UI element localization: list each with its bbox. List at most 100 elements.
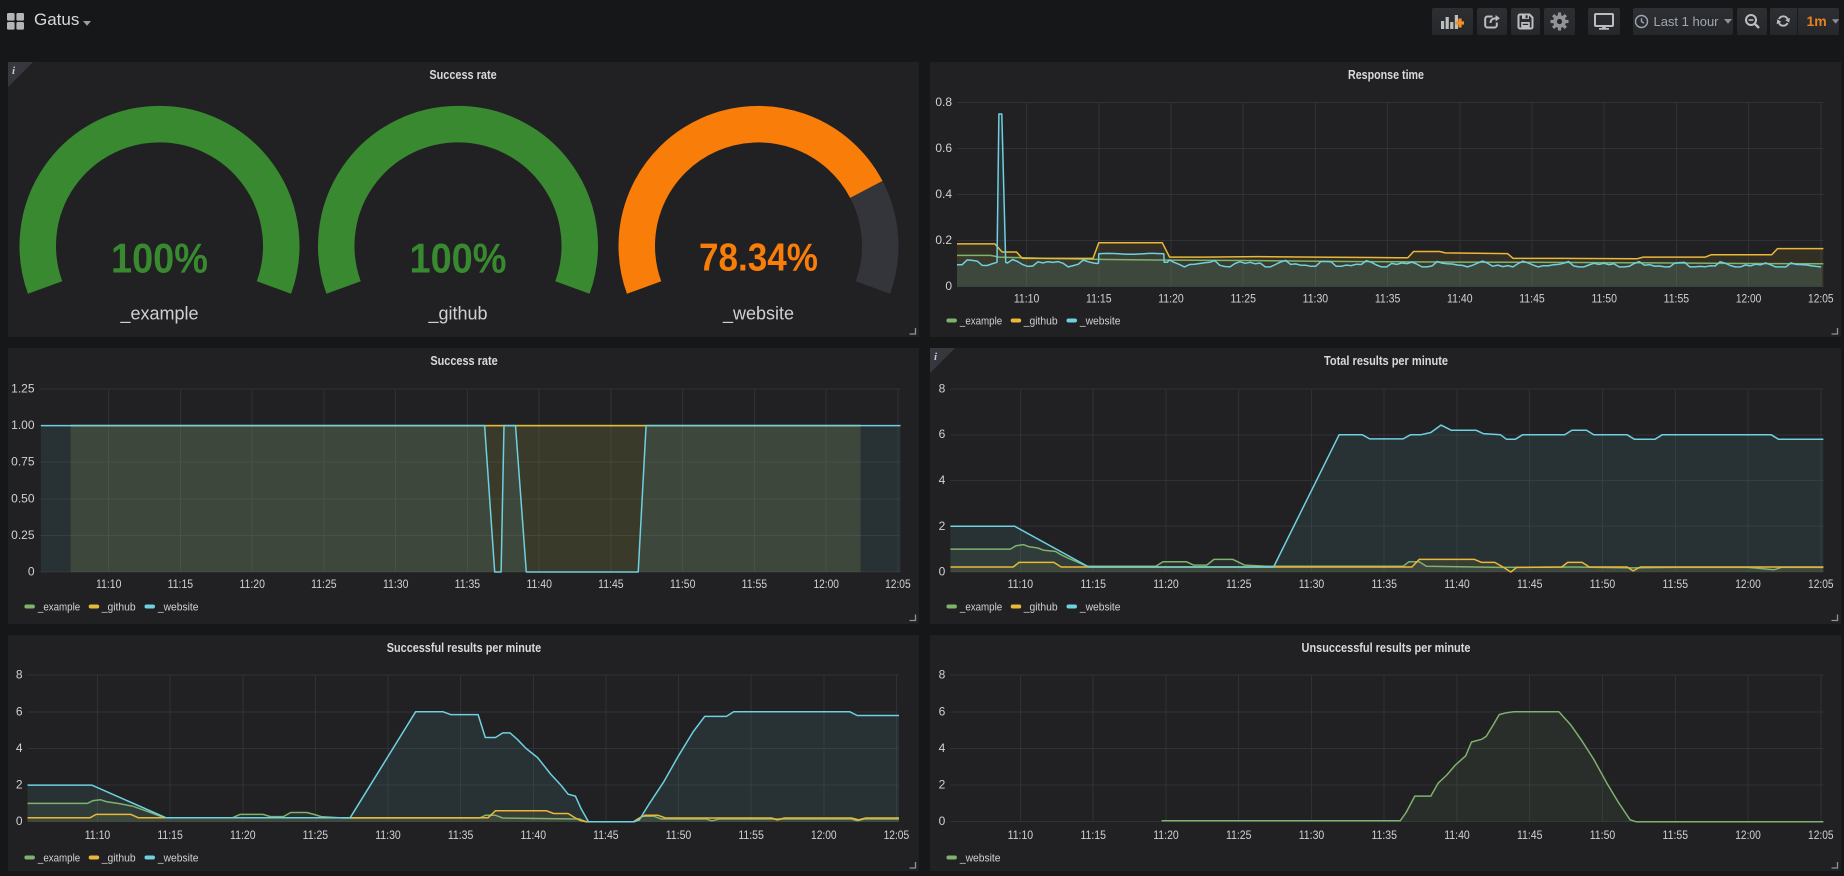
- svg-text:11:20: 11:20: [239, 577, 265, 591]
- svg-text:12:00: 12:00: [813, 577, 839, 591]
- svg-text:11:50: 11:50: [1590, 577, 1616, 591]
- svg-text:_example: _example: [959, 601, 1002, 613]
- svg-text:11:35: 11:35: [1375, 291, 1401, 305]
- svg-text:11:10: 11:10: [1014, 291, 1040, 305]
- svg-text:4: 4: [16, 740, 23, 754]
- svg-text:11:10: 11:10: [85, 828, 111, 842]
- svg-text:0.2: 0.2: [935, 233, 952, 247]
- svg-text:11:45: 11:45: [598, 577, 624, 591]
- svg-text:8: 8: [16, 667, 23, 681]
- svg-text:0: 0: [28, 564, 35, 578]
- svg-text:12:05: 12:05: [885, 577, 911, 591]
- svg-text:11:45: 11:45: [1517, 828, 1543, 842]
- svg-text:12:05: 12:05: [1808, 291, 1834, 305]
- svg-text:0.50: 0.50: [11, 491, 35, 505]
- svg-text:_example: _example: [959, 315, 1002, 327]
- svg-text:11:55: 11:55: [742, 577, 768, 591]
- svg-text:11:50: 11:50: [1591, 291, 1617, 305]
- svg-text:Unsuccessful results per minut: Unsuccessful results per minute: [1302, 640, 1471, 655]
- svg-text:100%: 100%: [410, 234, 507, 281]
- svg-text:11:20: 11:20: [1158, 291, 1184, 305]
- svg-text:Success rate: Success rate: [430, 353, 497, 368]
- svg-text:11:30: 11:30: [1299, 828, 1325, 842]
- svg-text:_website: _website: [157, 601, 199, 613]
- svg-text:11:55: 11:55: [1664, 291, 1690, 305]
- svg-text:11:40: 11:40: [521, 828, 547, 842]
- svg-text:11:40: 11:40: [1444, 828, 1470, 842]
- svg-text:11:30: 11:30: [375, 828, 401, 842]
- svg-text:11:55: 11:55: [1663, 828, 1689, 842]
- svg-text:0.4: 0.4: [935, 187, 952, 201]
- svg-text:12:05: 12:05: [1808, 577, 1834, 591]
- svg-text:11:35: 11:35: [455, 577, 481, 591]
- svg-text:11:20: 11:20: [1153, 577, 1179, 591]
- svg-text:_github: _github: [427, 303, 487, 324]
- svg-text:12:00: 12:00: [1735, 828, 1761, 842]
- svg-text:11:40: 11:40: [1444, 577, 1470, 591]
- svg-text:11:40: 11:40: [1447, 291, 1473, 305]
- svg-text:11:10: 11:10: [96, 577, 122, 591]
- svg-text:4: 4: [939, 473, 946, 487]
- svg-text:11:15: 11:15: [1080, 828, 1106, 842]
- svg-text:11:25: 11:25: [303, 828, 329, 842]
- svg-text:11:50: 11:50: [666, 828, 692, 842]
- svg-text:12:05: 12:05: [1808, 828, 1834, 842]
- svg-text:11:15: 11:15: [1080, 577, 1106, 591]
- svg-text:1.25: 1.25: [11, 381, 35, 395]
- svg-text:Response time: Response time: [1348, 67, 1424, 82]
- svg-text:11:35: 11:35: [1371, 577, 1397, 591]
- svg-text:0: 0: [945, 279, 952, 293]
- svg-text:_website: _website: [959, 852, 1001, 864]
- svg-text:Total results per minute: Total results per minute: [1324, 353, 1448, 368]
- svg-text:0.25: 0.25: [11, 527, 35, 541]
- svg-text:11:45: 11:45: [1517, 577, 1543, 591]
- svg-text:Success rate: Success rate: [429, 67, 496, 82]
- svg-text:8: 8: [939, 667, 946, 681]
- svg-text:0: 0: [939, 564, 946, 578]
- svg-text:_example: _example: [119, 303, 198, 324]
- svg-text:11:30: 11:30: [1299, 577, 1325, 591]
- svg-text:4: 4: [939, 740, 946, 754]
- svg-text:11:25: 11:25: [1226, 828, 1252, 842]
- svg-text:0.6: 0.6: [935, 141, 952, 155]
- svg-text:11:30: 11:30: [383, 577, 409, 591]
- svg-text:_website: _website: [1079, 315, 1121, 327]
- svg-text:78.34%: 78.34%: [699, 236, 818, 279]
- svg-text:11:15: 11:15: [157, 828, 183, 842]
- svg-text:11:10: 11:10: [1008, 577, 1034, 591]
- svg-text:_github: _github: [101, 852, 136, 864]
- svg-text:11:45: 11:45: [1519, 291, 1545, 305]
- svg-text:_example: _example: [37, 852, 80, 864]
- svg-text:11:25: 11:25: [1226, 577, 1252, 591]
- svg-text:12:00: 12:00: [1735, 577, 1761, 591]
- svg-text:11:40: 11:40: [526, 577, 552, 591]
- svg-text:1.00: 1.00: [11, 418, 35, 432]
- svg-text:_website: _website: [1079, 601, 1121, 613]
- svg-text:0.75: 0.75: [11, 454, 35, 468]
- svg-text:Successful results per minute: Successful results per minute: [387, 640, 541, 655]
- svg-text:_github: _github: [1023, 315, 1058, 327]
- svg-text:2: 2: [939, 518, 946, 532]
- svg-text:0: 0: [16, 814, 23, 828]
- svg-text:11:50: 11:50: [670, 577, 696, 591]
- svg-text:11:35: 11:35: [448, 828, 474, 842]
- svg-text:11:25: 11:25: [1230, 291, 1256, 305]
- svg-text:6: 6: [939, 704, 946, 718]
- svg-text:11:20: 11:20: [1153, 828, 1179, 842]
- svg-text:2: 2: [939, 777, 946, 791]
- svg-text:_github: _github: [101, 601, 136, 613]
- svg-text:2: 2: [16, 777, 23, 791]
- svg-text:11:50: 11:50: [1590, 828, 1616, 842]
- svg-text:_github: _github: [1023, 601, 1058, 613]
- svg-text:6: 6: [16, 704, 23, 718]
- svg-text:_website: _website: [722, 303, 794, 324]
- svg-text:11:15: 11:15: [1086, 291, 1112, 305]
- svg-text:11:45: 11:45: [593, 828, 619, 842]
- svg-text:11:55: 11:55: [738, 828, 764, 842]
- svg-text:100%: 100%: [111, 234, 208, 281]
- svg-text:11:25: 11:25: [311, 577, 337, 591]
- svg-text:0: 0: [939, 814, 946, 828]
- svg-text:12:00: 12:00: [811, 828, 837, 842]
- svg-text:_example: _example: [37, 601, 80, 613]
- svg-text:11:10: 11:10: [1008, 828, 1034, 842]
